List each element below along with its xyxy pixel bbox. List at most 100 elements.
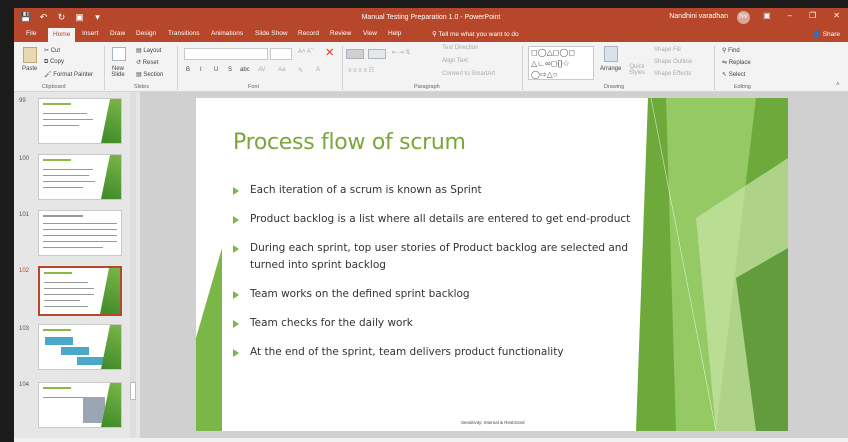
slide-thumbnail[interactable] [38, 324, 122, 370]
tab-insert[interactable]: Insert [82, 30, 98, 37]
bullets-icon[interactable] [346, 49, 364, 59]
paste-button[interactable]: Paste [22, 66, 37, 72]
align-text-button[interactable]: Align Text [442, 58, 468, 64]
thumbnail-line [43, 175, 89, 176]
tab-transitions[interactable]: Transitions [168, 30, 200, 37]
change-case-button[interactable]: Aa [278, 67, 285, 73]
italic-button[interactable]: I [200, 67, 202, 73]
replace-button[interactable]: ⇋ Replace [722, 59, 751, 66]
thumbnail-title [43, 159, 71, 161]
slide-title[interactable]: Process flow of scrum [233, 130, 466, 155]
slide-thumbnail[interactable] [38, 210, 122, 256]
brush-icon: 🖌 [44, 72, 52, 78]
tell-me-search[interactable]: ⚲ Tell me what you want to do [432, 30, 519, 38]
bold-button[interactable]: B [186, 67, 190, 73]
thumbnail-green-graphic [101, 99, 121, 143]
tab-home[interactable]: Home [48, 28, 76, 42]
tab-file[interactable]: File [26, 30, 36, 37]
new-slide-button[interactable]: New Slide [108, 66, 128, 78]
align-icons[interactable]: ≡ ≡ ≡ ≡ ☷ [348, 67, 374, 74]
arrange-button[interactable]: Arrange [600, 66, 621, 72]
bullet-text: At the end of the sprint, team delivers … [250, 346, 564, 358]
bullet-arrow-icon [233, 320, 239, 328]
slide-canvas[interactable]: Process flow of scrum Each iteration of … [196, 98, 788, 431]
collapse-ribbon-icon[interactable]: ˄ [836, 82, 840, 88]
tab-design[interactable]: Design [136, 30, 156, 37]
thumbnail-title [43, 387, 71, 389]
strikethrough-button[interactable]: abc [240, 67, 250, 73]
numbering-icon[interactable] [368, 49, 386, 59]
shape-outline-button[interactable]: Shape Outline [654, 59, 692, 65]
title-bar: 💾 ↶ ↻ ▣ ▾ Manual Testing Preparation 1.0… [14, 8, 848, 28]
tab-view[interactable]: View [363, 30, 377, 37]
slide-thumbnail[interactable] [38, 154, 122, 200]
clear-formatting-icon[interactable]: ❌ [326, 49, 333, 56]
share-label: Share [822, 31, 840, 38]
slide-thumbnail-selected[interactable] [38, 266, 122, 316]
layout-icon: ▤ [136, 48, 142, 54]
close-icon[interactable]: ✕ [833, 11, 840, 20]
thumbnail-line [43, 125, 79, 126]
thumbnail-line [43, 229, 117, 230]
slides-group-label: Slides [134, 84, 149, 90]
char-spacing-button[interactable]: AV [258, 67, 266, 73]
slide-thumbnail[interactable] [38, 98, 122, 144]
section-button[interactable]: ▤ Section [136, 71, 163, 78]
indent-icon[interactable]: ⇤ ⇥ ⇅ [392, 49, 410, 56]
font-color-button[interactable]: A [316, 67, 320, 73]
tab-review[interactable]: Review [330, 30, 351, 37]
underline-button[interactable]: U [214, 67, 218, 73]
format-painter-label: Format Painter [53, 72, 93, 78]
cut-button[interactable]: ✂ Cut [44, 47, 60, 54]
new-slide-icon[interactable] [112, 47, 126, 61]
font-size-select[interactable] [270, 48, 292, 60]
layout-button[interactable]: ▤ Layout [136, 47, 161, 54]
shape-fill-button[interactable]: Shape Fill [654, 47, 681, 53]
font-family-select[interactable] [184, 48, 268, 60]
format-painter-button[interactable]: 🖌 Format Painter [44, 71, 93, 78]
search-icon: ⚲ [722, 48, 727, 54]
scrollbar-thumb[interactable] [130, 382, 136, 400]
minimize-icon[interactable]: – [788, 11, 792, 20]
select-button[interactable]: ↖ Select [722, 71, 745, 78]
tab-draw[interactable]: Draw [110, 30, 125, 37]
maximize-icon[interactable]: ❐ [809, 11, 816, 20]
share-button[interactable]: 👤 Share [813, 30, 840, 38]
find-button[interactable]: ⚲ Find [722, 47, 740, 54]
reset-button[interactable]: ↺ Reset [136, 59, 158, 66]
separator [177, 46, 178, 90]
quick-styles-button[interactable]: Quick Styles [626, 64, 648, 76]
shape-effects-button[interactable]: Shape Effects [654, 71, 691, 77]
tab-record[interactable]: Record [298, 30, 319, 37]
paste-icon[interactable] [23, 47, 37, 63]
highlight-icon[interactable]: ✎ [298, 67, 303, 74]
avatar[interactable]: NV [737, 11, 750, 24]
tell-me-label: Tell me what you want to do [438, 31, 519, 38]
user-name[interactable]: Nandhini varadhan [669, 13, 728, 20]
slide-thumbnail[interactable] [38, 382, 122, 428]
arrange-icon[interactable] [604, 46, 618, 62]
slide-thumbnail-panel[interactable]: 99 100 101 102 103 104 [14, 92, 140, 438]
ribbon: Paste ✂ Cut ⧉ Copy 🖌 Format Painter Clip… [14, 42, 848, 92]
bullet-item: Product backlog is a list where all deta… [233, 211, 633, 228]
thumbnail-box [77, 357, 105, 365]
thumbnail-title [43, 215, 83, 217]
tab-animations[interactable]: Animations [211, 30, 243, 37]
bullet-arrow-icon [233, 349, 239, 357]
layout-label: Layout [143, 48, 162, 54]
bullet-item: Team checks for the daily work [233, 315, 633, 332]
font-grow-icon[interactable]: A˄ Aˇ [298, 49, 313, 55]
thumbnail-line [43, 397, 83, 398]
bullet-text: Team works on the defined sprint backlog [250, 288, 470, 300]
copy-button[interactable]: ⧉ Copy [44, 59, 64, 66]
find-label: Find [728, 48, 740, 54]
clipboard-group-label: Clipboard [42, 84, 66, 90]
convert-smartart-button[interactable]: Convert to SmartArt [442, 71, 495, 77]
ribbon-display-icon[interactable]: ▣ [763, 11, 771, 20]
text-direction-button[interactable]: Text Direction [442, 45, 478, 51]
tab-slide-show[interactable]: Slide Show [255, 30, 288, 37]
shadow-button[interactable]: S [228, 67, 232, 73]
bullet-list[interactable]: Each iteration of a scrum is known as Sp… [233, 182, 633, 373]
tab-help[interactable]: Help [388, 30, 401, 37]
shapes-gallery[interactable]: ◻◯△◻◯◻ △∟∞◻{}☆ ◯⇨△○ [528, 46, 594, 80]
